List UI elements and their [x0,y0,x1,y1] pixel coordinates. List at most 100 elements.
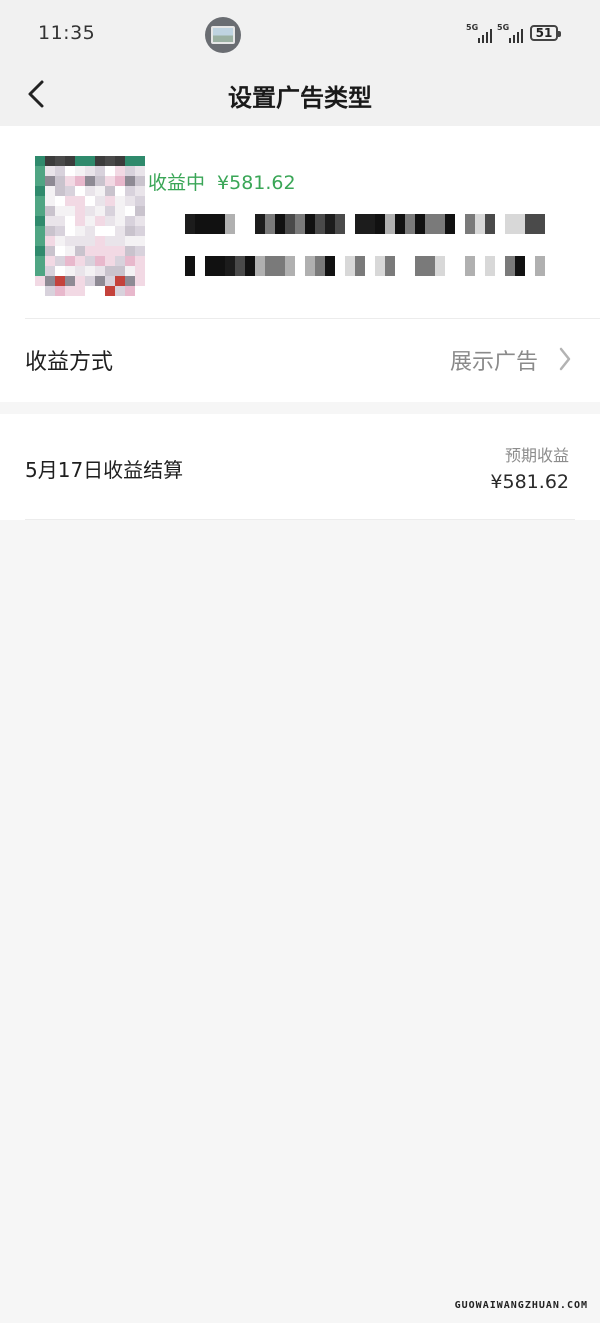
income-method-row[interactable]: 收益方式 展示广告 [0,319,600,402]
battery-level: 51 [535,26,553,40]
title-pixel [245,256,255,276]
title-pixel [395,256,405,276]
thumbnail-pixel [95,196,105,206]
thumbnail-pixel [135,196,145,206]
thumbnail-pixel [45,266,55,276]
thumbnail-pixel [35,186,45,196]
title-pixel [245,214,255,234]
title-pixel [505,214,515,234]
thumbnail-pixel [55,186,65,196]
thumbnail-pixel [35,246,45,256]
thumbnail-pixel [55,256,65,266]
thumbnail-pixel [95,286,105,296]
thumbnail-pixel [105,286,115,296]
thumbnail-pixel [55,156,65,166]
title-pixel [505,256,515,276]
thumbnail-pixel [55,216,65,226]
ad-card: 收益中 ¥581.62 收益方式 展示广告 [0,126,600,402]
thumbnail-pixel [45,206,55,216]
title-pixel [455,256,465,276]
title-pixel [265,214,275,234]
title-pixel [315,214,325,234]
thumbnail-pixel [135,226,145,236]
thumbnail-pixel [125,196,135,206]
thumbnail-pixel [45,276,55,286]
title-pixel [195,256,205,276]
title-pixel [355,214,365,234]
thumbnail-pixel [135,186,145,196]
title-pixel [395,214,405,234]
thumbnail-pixel [75,166,85,176]
thumbnail-pixel [55,206,65,216]
thumbnail-pixel [85,176,95,186]
thumbnail-pixel [115,166,125,176]
thumbnail-pixel [85,286,95,296]
thumbnail-pixel [65,186,75,196]
expected-income-caption: 预期收益 [504,446,569,465]
thumbnail-pixel [95,276,105,286]
watermark: GUOWAIWANGZHUAN.COM [454,1300,588,1311]
thumbnail-pixel [45,226,55,236]
thumbnail-pixel [125,176,135,186]
title-pixel [405,256,415,276]
title-pixel [275,256,285,276]
thumbnail-pixel [55,266,65,276]
thumbnail-pixel [135,276,145,286]
network-type: 5G [466,23,479,32]
thumbnail-pixel [85,206,95,216]
thumbnail-pixel [35,256,45,266]
thumbnail-pixel [45,216,55,226]
thumbnail-pixel [115,236,125,246]
title-pixel [385,256,395,276]
title-pixel [315,256,325,276]
thumbnail-pixel [95,216,105,226]
thumbnail-pixel [85,196,95,206]
thumbnail-pixel [65,156,75,166]
thumbnail-pixel [115,266,125,276]
thumbnail-pixel [75,246,85,256]
title-pixel [465,214,475,234]
thumbnail-pixel [125,246,135,256]
title-pixel [265,256,275,276]
thumbnail-pixel [75,156,85,166]
ad-thumbnail[interactable] [35,156,145,296]
title-pixel [445,214,455,234]
thumbnail-pixel [105,166,115,176]
title-pixel [285,214,295,234]
title-pixel [525,214,535,234]
thumbnail-pixel [125,226,135,236]
title-pixel [335,214,345,234]
signal-icon: 5G [497,23,527,43]
thumbnail-pixel [85,166,95,176]
thumbnail-pixel [125,166,135,176]
thumbnail-pixel [75,206,85,216]
thumbnail-pixel [135,246,145,256]
title-pixel [205,256,215,276]
thumbnail-pixel [135,176,145,186]
earning-status-label: 收益中 [148,172,206,194]
thumbnail-pixel [105,256,115,266]
page-title: 设置广告类型 [228,84,372,112]
thumbnail-pixel [75,286,85,296]
thumbnail-pixel [115,196,125,206]
network-type: 5G [497,23,510,32]
title-pixel [235,214,245,234]
title-pixel [425,214,435,234]
thumbnail-pixel [35,276,45,286]
thumbnail-pixel [95,176,105,186]
battery-icon: 51 [530,25,561,41]
title-pixel [195,214,205,234]
thumbnail-pixel [95,206,105,216]
title-pixel [445,256,455,276]
thumbnail-pixel [85,156,95,166]
settlement-date-label: 5月17日收益结算 [25,458,184,482]
status-bar: 11:35 5G 5G 51 [0,0,600,64]
thumbnail-pixel [85,256,95,266]
title-pixel [225,256,235,276]
thumbnail-pixel [65,256,75,266]
thumbnail-pixel [115,176,125,186]
title-pixel [465,256,475,276]
thumbnail-pixel [85,236,95,246]
thumbnail-pixel [35,206,45,216]
settlement-card[interactable]: 5月17日收益结算 预期收益 ¥581.62 [0,414,600,520]
